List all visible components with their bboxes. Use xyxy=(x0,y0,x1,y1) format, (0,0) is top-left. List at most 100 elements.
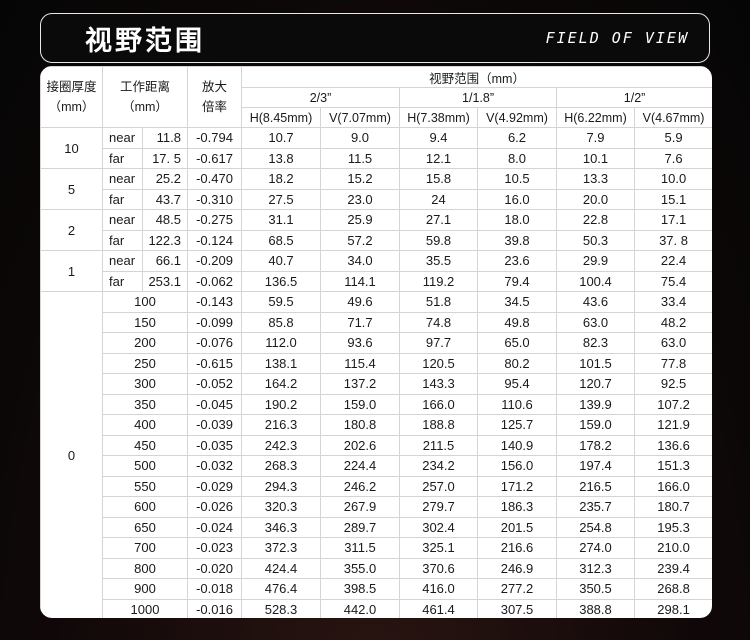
sensor-header: 1/2” xyxy=(555,87,712,108)
fov-value-cell: 166.0 xyxy=(399,393,478,415)
fov-value-cell: 424.4 xyxy=(241,557,321,579)
fov-value-cell: 246.2 xyxy=(320,475,400,497)
fov-value-cell: 159.0 xyxy=(320,393,400,415)
fov-value-cell: 398.5 xyxy=(320,578,400,600)
fov-value-cell: 17.1 xyxy=(633,209,712,231)
fov-value-cell: 119.2 xyxy=(399,270,478,292)
fov-value-cell: 80.2 xyxy=(477,352,557,374)
fov-value-cell: 101.5 xyxy=(556,352,635,374)
fov-table-panel: 接圈厚度（mm） 工作距离（mm） 放大倍率 视野范围（mm） 2/3” 1/1… xyxy=(40,66,712,618)
fov-value-cell: 10.5 xyxy=(477,168,557,190)
sensor-header: 1/1.8” xyxy=(399,87,557,108)
magnification-cell: -0.099 xyxy=(187,311,242,333)
magnification-cell: -0.275 xyxy=(187,209,242,231)
fov-value-cell: 74.8 xyxy=(399,311,478,333)
table-row: 900 -0.018 476.4 398.5 416.0 277.2 350.5 268.8 xyxy=(41,578,712,600)
fov-value-cell: 15.2 xyxy=(320,168,400,190)
table-row: 450 -0.035 242.3 202.6 211.5 140.9 178.2 136.6 xyxy=(41,434,712,456)
fov-value-cell: 79.4 xyxy=(477,270,557,292)
extension-cell: 0 xyxy=(40,291,103,618)
table-row: 200 -0.076 112.0 93.6 97.7 65.0 82.3 63.0 xyxy=(41,332,712,354)
fov-value-cell: 34.5 xyxy=(477,291,557,313)
working-distance-cell: 200 xyxy=(102,332,188,354)
magnification-cell: -0.062 xyxy=(187,270,242,292)
fov-value-cell: 346.3 xyxy=(241,516,321,538)
magnification-cell: -0.470 xyxy=(187,168,242,190)
extension-cell: 1 xyxy=(40,250,103,292)
distance-tag-cell: near xyxy=(102,250,143,272)
table-row: 10 near 11.8 -0.794 10.7 9.0 9.4 6.2 7.9 5.9 xyxy=(40,127,712,169)
fov-value-cell: 188.8 xyxy=(399,414,478,436)
fov-value-cell: 350.5 xyxy=(556,578,635,600)
fov-value-cell: 97.7 xyxy=(399,332,478,354)
fov-value-cell: 279.7 xyxy=(399,496,478,518)
working-distance-cell: 650 xyxy=(102,516,188,538)
fov-value-cell: 7.9 xyxy=(556,127,635,149)
distance-tag-cell: near xyxy=(102,168,143,190)
fov-value-cell: 235.7 xyxy=(556,496,635,518)
table-row: far 122.3 -0.124 68.5 57.2 59.8 39.8 50.3 37. 8 xyxy=(41,229,712,251)
fov-value-cell: 48.2 xyxy=(633,311,712,333)
header-banner: 视野范围 FIELD OF VIEW xyxy=(40,13,710,63)
fov-value-cell: 15.1 xyxy=(633,188,712,210)
extension-cell: 10 xyxy=(40,127,103,169)
sub-header: V(4.92mm) xyxy=(477,107,557,128)
magnification-cell: -0.029 xyxy=(187,475,242,497)
fov-group-header: 视野范围（mm） xyxy=(240,66,712,88)
fov-value-cell: 138.1 xyxy=(241,352,321,374)
fov-value-cell: 312.3 xyxy=(556,557,635,579)
fov-value-cell: 112.0 xyxy=(241,332,321,354)
fov-value-cell: 159.0 xyxy=(556,414,635,436)
fov-value-cell: 37. 8 xyxy=(633,229,712,251)
table-row: 650 -0.024 346.3 289.7 302.4 201.5 254.8 195.3 xyxy=(41,516,712,538)
fov-value-cell: 107.2 xyxy=(633,393,712,415)
fov-value-cell: 49.8 xyxy=(477,311,557,333)
distance-tag-cell: near xyxy=(102,209,143,231)
fov-value-cell: 23.6 xyxy=(477,250,557,272)
fov-value-cell: 63.0 xyxy=(556,311,635,333)
sensor-header: 2/3” xyxy=(241,87,400,108)
table-row: 1000 -0.016 528.3 442.0 461.4 307.5 388.8 298.1 xyxy=(41,598,712,618)
working-distance-cell: 450 xyxy=(102,434,188,456)
working-distance-cell: 25.2 xyxy=(142,168,188,190)
magnification-cell: -0.124 xyxy=(187,229,242,251)
fov-value-cell: 10.0 xyxy=(633,168,712,190)
fov-value-cell: 137.2 xyxy=(320,373,400,395)
fov-value-cell: 257.0 xyxy=(399,475,478,497)
fov-value-cell: 372.3 xyxy=(241,537,321,559)
working-distance-cell: 11.8 xyxy=(142,127,188,149)
magnification-cell: -0.310 xyxy=(187,188,242,210)
fov-value-cell: 40.7 xyxy=(241,250,321,272)
fov-value-cell: 33.4 xyxy=(633,291,712,313)
table-body: 10 near 11.8 -0.794 10.7 9.0 9.4 6.2 7.9 5.9 far 17… xyxy=(40,127,712,618)
distance-tag-cell: far xyxy=(102,147,143,169)
fov-value-cell: 15.8 xyxy=(399,168,478,190)
page-subtitle: FIELD OF VIEW xyxy=(545,29,689,47)
fov-value-cell: 298.1 xyxy=(633,598,712,618)
table-head: 接圈厚度（mm） 工作距离（mm） 放大倍率 视野范围（mm） 2/3” 1/1… xyxy=(40,66,712,128)
fov-value-cell: 202.6 xyxy=(320,434,400,456)
fov-value-cell: 166.0 xyxy=(633,475,712,497)
fov-value-cell: 197.4 xyxy=(556,455,635,477)
working-distance-cell: 66.1 xyxy=(142,250,188,272)
fov-value-cell: 5.9 xyxy=(633,127,712,149)
table-row: far 43.7 -0.310 27.5 23.0 24 16.0 20.0 15.1 xyxy=(41,188,712,210)
fov-value-cell: 18.0 xyxy=(477,209,557,231)
fov-value-cell: 10.1 xyxy=(556,147,635,169)
fov-value-cell: 171.2 xyxy=(477,475,557,497)
fov-value-cell: 388.8 xyxy=(556,598,635,618)
fov-value-cell: 156.0 xyxy=(477,455,557,477)
col-extension-header: 接圈厚度（mm） xyxy=(40,66,103,128)
fov-value-cell: 13.8 xyxy=(241,147,321,169)
fov-value-cell: 16.0 xyxy=(477,188,557,210)
fov-value-cell: 20.0 xyxy=(556,188,635,210)
fov-value-cell: 311.5 xyxy=(320,537,400,559)
fov-value-cell: 35.5 xyxy=(399,250,478,272)
distance-tag-cell: far xyxy=(102,188,143,210)
extension-cell: 2 xyxy=(40,209,103,251)
working-distance-cell: 100 xyxy=(102,291,188,313)
magnification-cell: -0.209 xyxy=(187,250,242,272)
fov-value-cell: 82.3 xyxy=(556,332,635,354)
fov-value-cell: 8.0 xyxy=(477,147,557,169)
fov-value-cell: 180.7 xyxy=(633,496,712,518)
